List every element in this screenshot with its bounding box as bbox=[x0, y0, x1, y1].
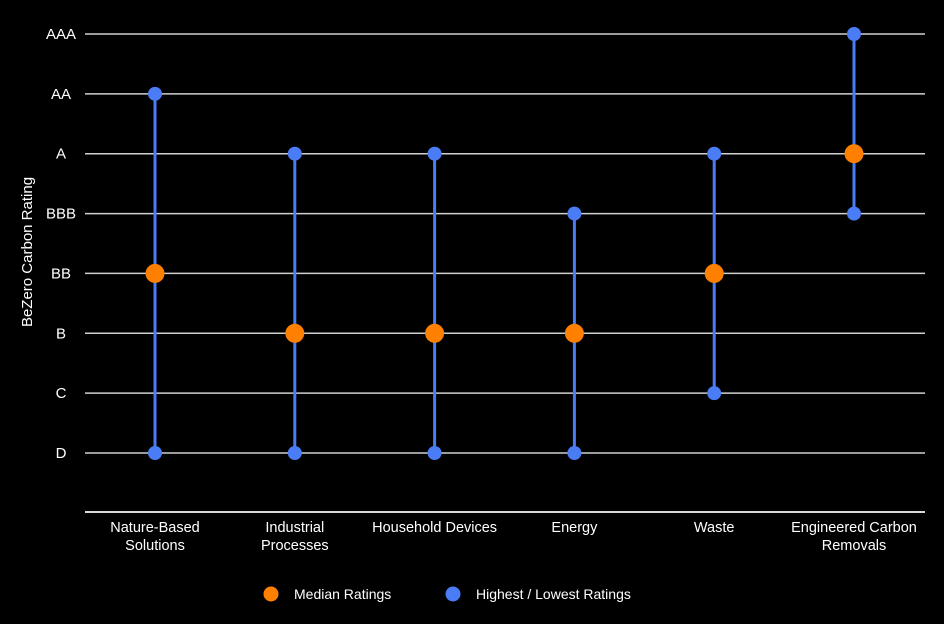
lowest-point bbox=[287, 446, 302, 460]
y-tick-bb: BB bbox=[51, 265, 71, 282]
highest-point bbox=[427, 146, 442, 161]
y-tick-aa: AA bbox=[51, 86, 71, 103]
legend-swatch bbox=[445, 586, 461, 602]
highest-point bbox=[148, 86, 162, 101]
y-tick-labels: DCBBBBBBAAAAAA bbox=[46, 26, 76, 462]
legend-label: Median Ratings bbox=[294, 586, 391, 602]
highest-point bbox=[847, 27, 861, 41]
x-tick-label: Nature-Based Solutions bbox=[110, 520, 199, 554]
data-points bbox=[145, 27, 864, 460]
rating-range-chart: DCBBBBBBAAAAAA BeZero Carbon Rating Natu… bbox=[19, 26, 925, 602]
highest-point bbox=[287, 146, 302, 161]
median-point bbox=[145, 263, 165, 283]
x-tick-label: Household Devices bbox=[372, 520, 497, 536]
y-tick-c: C bbox=[56, 385, 67, 402]
x-tick-label: Energy bbox=[551, 520, 598, 536]
median-point bbox=[425, 323, 445, 343]
lowest-point bbox=[847, 206, 861, 221]
x-tick-label: Industrial Processes bbox=[261, 520, 329, 554]
x-tick-label: Engineered Carbon Removals bbox=[791, 520, 917, 554]
gridlines bbox=[85, 33, 925, 454]
x-tick-labels: Nature-Based Solutions Industrial Processes… bbox=[110, 520, 917, 554]
highest-point bbox=[707, 146, 722, 161]
x-tick-label: Waste bbox=[694, 520, 735, 536]
y-tick-a: A bbox=[56, 146, 66, 163]
y-axis-title: BeZero Carbon Rating bbox=[19, 177, 36, 327]
lowest-point bbox=[427, 446, 442, 460]
lowest-point bbox=[567, 446, 582, 460]
median-point bbox=[285, 323, 305, 343]
legend-label: Highest / Lowest Ratings bbox=[476, 586, 631, 602]
lowest-point bbox=[148, 446, 162, 460]
legend: Median Ratings Highest / Lowest Ratings bbox=[263, 586, 631, 602]
median-point bbox=[704, 263, 724, 283]
legend-swatch bbox=[263, 586, 279, 602]
median-point bbox=[564, 323, 584, 343]
lowest-point bbox=[707, 386, 722, 401]
y-tick-aaa: AAA bbox=[46, 26, 76, 43]
range-lines bbox=[153, 34, 856, 453]
y-tick-bbb: BBB bbox=[46, 206, 76, 223]
y-tick-b: B bbox=[56, 325, 66, 342]
highest-point bbox=[567, 206, 582, 221]
y-tick-d: D bbox=[56, 445, 67, 462]
median-point bbox=[844, 144, 864, 164]
